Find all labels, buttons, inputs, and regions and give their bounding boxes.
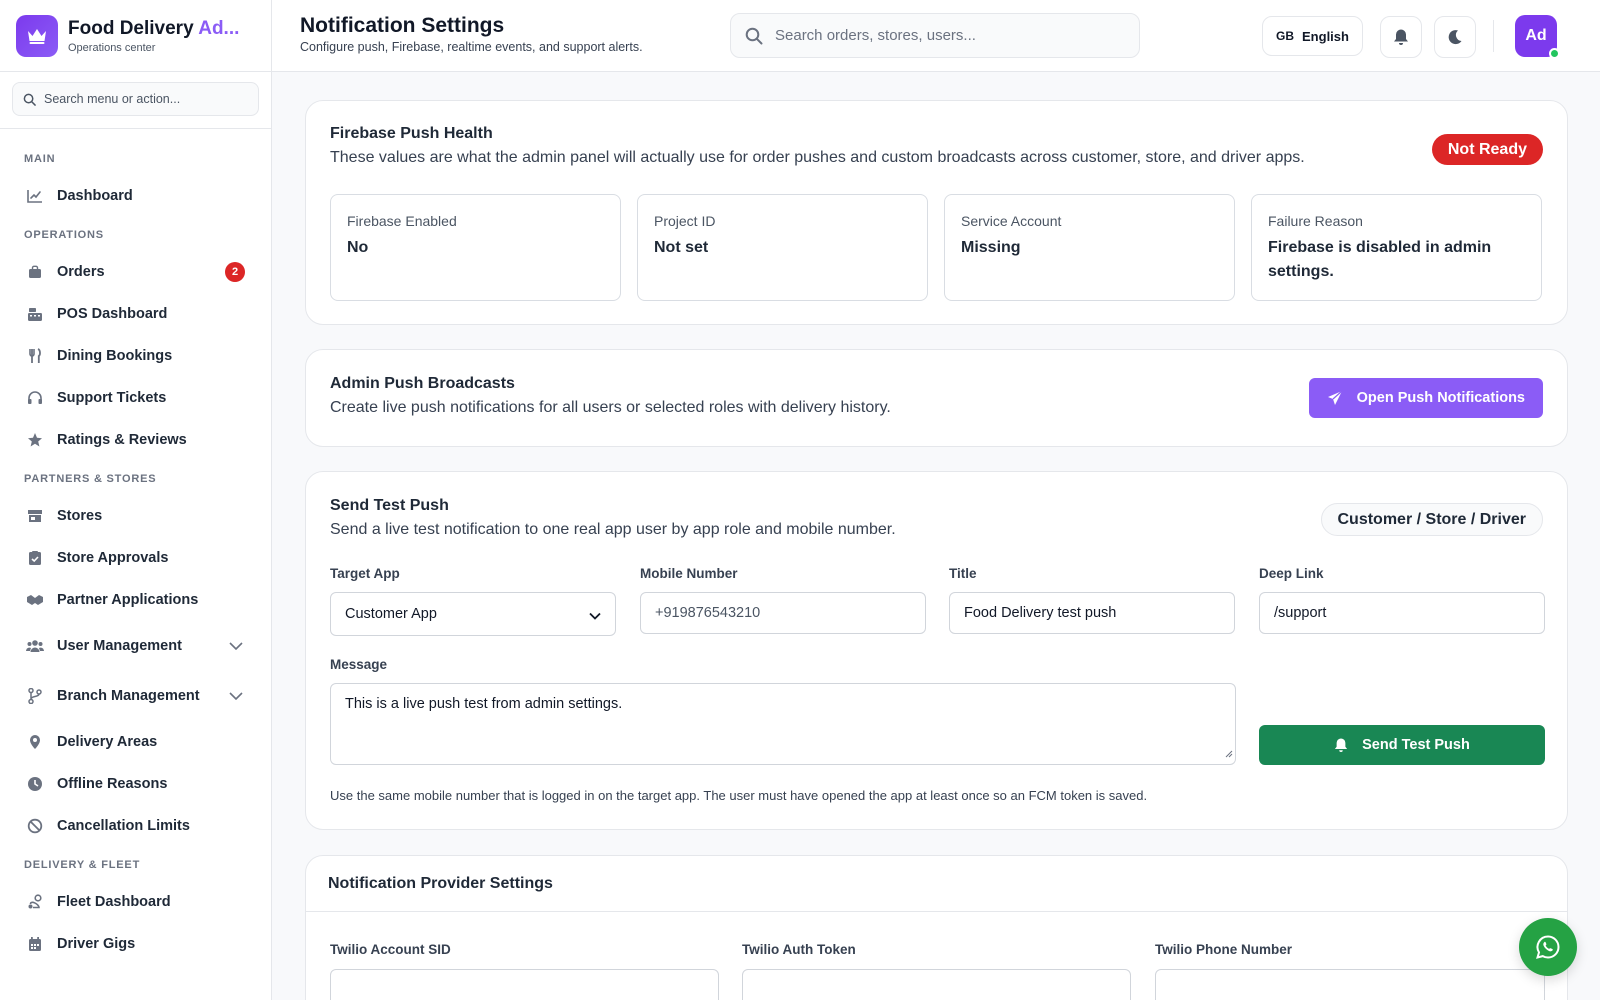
header-divider <box>1493 20 1494 52</box>
bell-icon <box>1394 29 1408 45</box>
title-input[interactable]: Food Delivery test push <box>949 592 1235 634</box>
sidebar-item-cancellation-limits[interactable]: Cancellation Limits <box>0 805 271 847</box>
dark-mode-toggle[interactable] <box>1434 16 1476 58</box>
brand[interactable]: Food Delivery Ad... Operations center <box>0 0 271 72</box>
section-main: MAIN <box>24 153 56 165</box>
provider-settings-card: Notification Provider Settings Twilio Ac… <box>305 855 1568 1000</box>
sidebar-item-user-management[interactable]: User Management <box>0 621 271 671</box>
firebase-health-desc: These values are what the admin panel wi… <box>330 149 1305 166</box>
orders-count-badge: 2 <box>225 262 245 282</box>
online-status-dot <box>1549 48 1560 59</box>
cash-register-icon <box>26 305 44 323</box>
message-textarea[interactable]: This is a live push test from admin sett… <box>330 683 1236 765</box>
twilio-sid-input[interactable] <box>330 969 719 1000</box>
mobile-number-input[interactable]: +919876543210 <box>640 592 926 634</box>
app-roles-badge: Customer / Store / Driver <box>1320 503 1543 536</box>
mobile-number-label: Mobile Number <box>640 566 738 581</box>
sidebar-item-pos-dashboard[interactable]: POS Dashboard <box>0 293 271 335</box>
stat-failure-reason: Failure Reason Firebase is disabled in a… <box>1251 194 1542 301</box>
target-app-label: Target App <box>330 566 400 581</box>
twilio-phone-label: Twilio Phone Number <box>1155 942 1293 957</box>
admin-broadcasts-card: Admin Push Broadcasts Create live push n… <box>305 349 1568 447</box>
sidebar-item-fleet-dashboard[interactable]: Fleet Dashboard <box>0 881 271 923</box>
status-badge: Not Ready <box>1431 134 1543 165</box>
clipboard-check-icon <box>26 549 44 567</box>
section-delivery-fleet: DELIVERY & FLEET <box>24 859 141 871</box>
page-title: Notification Settings <box>300 14 505 37</box>
firebase-health-title: Firebase Push Health <box>330 125 493 142</box>
sidebar-nav: MAIN Dashboard OPERATIONS Orders 2 POS D… <box>0 129 271 965</box>
moon-icon <box>1448 30 1462 45</box>
deep-link-input[interactable]: /support <box>1259 592 1545 634</box>
sidebar-item-dining-bookings[interactable]: Dining Bookings <box>0 335 271 377</box>
user-avatar[interactable]: Ad <box>1515 15 1560 59</box>
search-icon <box>23 93 36 106</box>
sidebar-item-delivery-areas[interactable]: Delivery Areas <box>0 721 271 763</box>
chevron-down-icon <box>229 687 243 705</box>
handshake-icon <box>26 591 44 609</box>
sidebar-search-input[interactable]: Search menu or action... <box>12 82 259 116</box>
calendar-icon <box>26 935 44 953</box>
bell-icon <box>1335 738 1348 752</box>
provider-settings-title: Notification Provider Settings <box>328 874 553 892</box>
sidebar-item-offline-reasons[interactable]: Offline Reasons <box>0 763 271 805</box>
whatsapp-icon <box>1536 935 1560 959</box>
test-push-help-text: Use the same mobile number that is logge… <box>330 788 1148 803</box>
title-label: Title <box>949 566 977 581</box>
sidebar-item-support-tickets[interactable]: Support Tickets <box>0 377 271 419</box>
sidebar-item-partner-applications[interactable]: Partner Applications <box>0 579 271 621</box>
branch-icon <box>26 687 44 705</box>
paper-plane-icon <box>1327 390 1343 405</box>
chevron-down-icon <box>229 637 243 655</box>
target-app-select[interactable]: Customer App <box>330 592 616 636</box>
chart-line-icon <box>26 187 44 205</box>
star-icon <box>26 431 44 449</box>
stat-firebase-enabled: Firebase Enabled No <box>330 194 621 301</box>
sidebar-item-ratings-reviews[interactable]: Ratings & Reviews <box>0 419 271 461</box>
twilio-phone-input[interactable] <box>1155 969 1545 1000</box>
search-icon <box>745 27 763 44</box>
resize-grip-icon[interactable] <box>1224 746 1233 762</box>
top-header: Notification Settings Configure push, Fi… <box>272 0 1600 72</box>
sidebar-item-store-approvals[interactable]: Store Approvals <box>0 537 271 579</box>
flag-gb-label: GB <box>1276 29 1295 43</box>
deep-link-label: Deep Link <box>1259 566 1324 581</box>
sidebar-item-driver-gigs[interactable]: Driver Gigs <box>0 923 271 965</box>
bag-icon <box>26 263 44 281</box>
sidebar-item-dashboard[interactable]: Dashboard <box>0 175 271 217</box>
utensils-icon <box>26 347 44 365</box>
twilio-sid-label: Twilio Account SID <box>330 942 451 957</box>
section-partners-stores: PARTNERS & STORES <box>24 473 157 485</box>
brand-title: Food Delivery Ad... <box>68 17 240 39</box>
users-icon <box>26 637 44 655</box>
notifications-button[interactable] <box>1380 16 1422 58</box>
send-test-push-button[interactable]: Send Test Push <box>1259 725 1545 765</box>
clock-icon <box>26 775 44 793</box>
stat-project-id: Project ID Not set <box>637 194 928 301</box>
sidebar-item-orders[interactable]: Orders 2 <box>0 251 271 293</box>
chevron-down-icon <box>589 608 601 624</box>
section-operations: OPERATIONS <box>24 229 104 241</box>
stat-service-account: Service Account Missing <box>944 194 1235 301</box>
map-pin-icon <box>26 733 44 751</box>
headset-icon <box>26 389 44 407</box>
whatsapp-chat-button[interactable] <box>1519 918 1577 976</box>
sidebar-item-branch-management[interactable]: Branch Management <box>0 671 271 721</box>
page-subtitle: Configure push, Firebase, realtime event… <box>300 40 643 54</box>
firebase-health-card: Firebase Push Health These values are wh… <box>305 100 1568 325</box>
message-label: Message <box>330 657 388 672</box>
sidebar-item-stores[interactable]: Stores <box>0 495 271 537</box>
twilio-token-input[interactable] <box>742 969 1131 1000</box>
ban-icon <box>26 817 44 835</box>
twilio-token-label: Twilio Auth Token <box>742 942 856 957</box>
global-search-input[interactable]: Search orders, stores, users... <box>730 13 1140 58</box>
brand-subtitle: Operations center <box>68 41 156 54</box>
open-push-notifications-button[interactable]: Open Push Notifications <box>1308 378 1543 418</box>
route-icon <box>26 893 44 911</box>
store-icon <box>26 507 44 525</box>
crown-icon <box>16 14 58 57</box>
language-selector[interactable]: GB English <box>1262 16 1363 56</box>
send-test-push-card: Send Test Push Send a live test notifica… <box>305 471 1568 830</box>
sidebar: Food Delivery Ad... Operations center Se… <box>0 0 272 1000</box>
